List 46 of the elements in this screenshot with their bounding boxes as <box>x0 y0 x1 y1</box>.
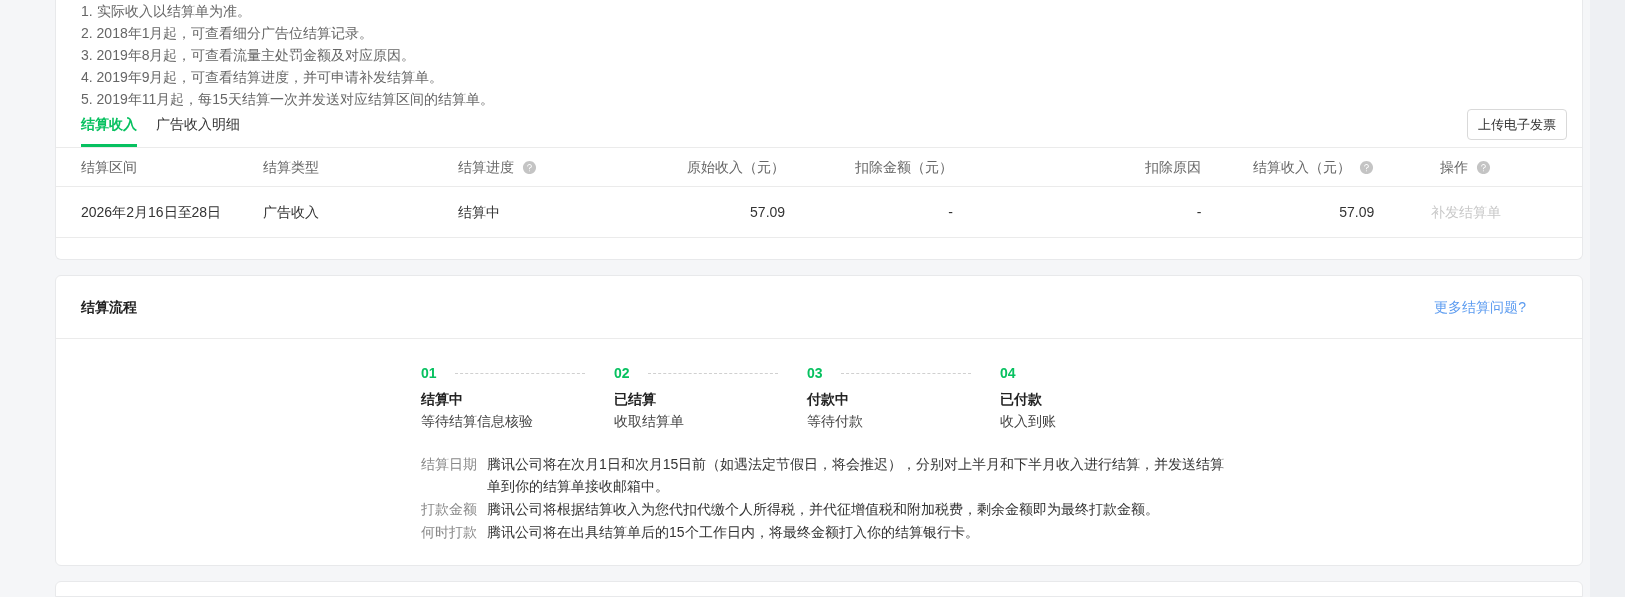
info-label: 何时打款 <box>421 523 478 542</box>
step-number: 03 <box>807 363 823 383</box>
info-text: 腾讯公司将根据结算收入为您代扣代缴个人所得税，并代征增值税和附加税费，剩余金额即为最终打款金额。 <box>487 500 1160 519</box>
column-header: 扣除原因 <box>1145 157 1202 177</box>
section-title: 结算流程 <box>81 297 137 317</box>
note-text: 3. 2019年8月起，可查看流量主处罚金额及对应原因。 <box>81 46 417 65</box>
step-description: 收取结算单 <box>614 412 685 431</box>
info-text: 腾讯公司将在次月1日和次月15日前（如遇法定节假日，将会推迟），分别对上半月和下半月收入进行结算，并发送结算单到你的结算单接收邮箱中。 <box>487 455 1226 496</box>
info-text: 腾讯公司将在出具结算单后的15个工作日内，将最终金额打入你的结算银行卡。 <box>487 523 980 542</box>
table-cell-text: - <box>948 202 954 222</box>
column-header: 结算收入（元） <box>1253 157 1353 177</box>
note-text: 4. 2019年9月起，可查看结算进度，并可申请补发结算单。 <box>81 68 445 87</box>
table-cell-text: - <box>1196 202 1202 222</box>
column-header: 结算进度 <box>458 157 516 177</box>
table-cell-text: 57.09 <box>750 202 786 222</box>
table-cell-text: 2026年2月16日至28日 <box>81 202 222 222</box>
upload-invoice-button[interactable]: 上传电子发票 <box>1467 109 1567 140</box>
table-cell-text: 57.09 <box>1339 202 1375 222</box>
info-label: 结算日期 <box>421 455 478 474</box>
step-title: 已结算 <box>614 390 657 409</box>
note-text: 5. 2019年11月起，每15天结算一次并发送对应结算区间的结算单。 <box>81 90 495 109</box>
tab[interactable]: 结算收入 <box>81 110 137 147</box>
column-header: 结算区间 <box>81 157 137 177</box>
step-description: 等待付款 <box>807 412 864 431</box>
step-number: 02 <box>614 363 630 383</box>
step-description: 等待结算信息核验 <box>421 412 534 431</box>
table-cell-text: 结算中 <box>458 202 501 222</box>
step-description: 收入到账 <box>1000 412 1057 431</box>
step-number: 04 <box>1000 363 1016 383</box>
step-title: 结算中 <box>421 390 464 409</box>
help-icon[interactable] <box>1359 159 1375 175</box>
more-questions-link[interactable]: 更多结算问题? <box>1434 296 1526 318</box>
column-header: 结算类型 <box>262 157 319 177</box>
step-title: 已付款 <box>1000 390 1043 409</box>
help-icon[interactable] <box>1476 159 1492 175</box>
step-title: 付款中 <box>807 390 850 409</box>
step-number: 01 <box>421 363 437 383</box>
tab[interactable]: 广告收入明细 <box>156 110 240 147</box>
column-header: 原始收入（元） <box>687 157 786 177</box>
note-text: 1. 实际收入以结算单为准。 <box>81 2 252 21</box>
column-header: 操作 <box>1440 157 1470 177</box>
note-text: 2. 2018年1月起，可查看细分广告位结算记录。 <box>81 24 375 43</box>
info-label: 打款金额 <box>421 500 478 519</box>
table-cell-text: 广告收入 <box>262 202 319 222</box>
column-header: 扣除金额（元） <box>855 157 954 177</box>
help-icon[interactable] <box>522 159 538 175</box>
